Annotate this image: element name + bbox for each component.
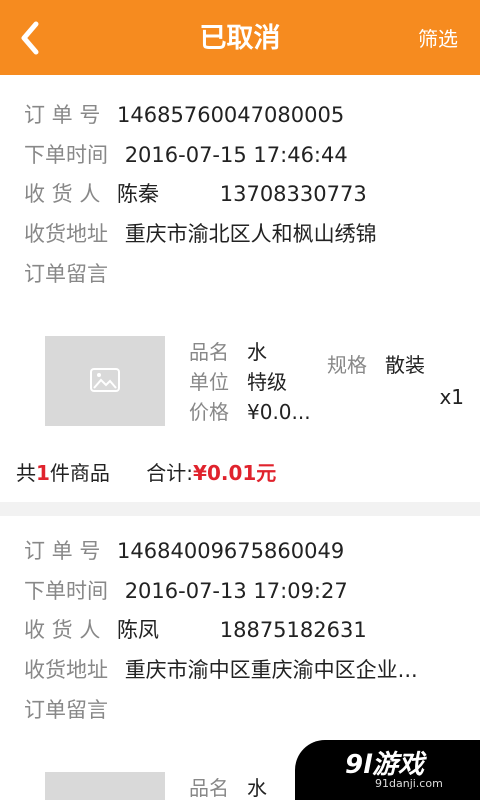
order-time-row: 下单时间 2016-07-15 17:46:44 xyxy=(24,140,348,170)
message-row: 订单留言 xyxy=(24,695,108,725)
product-name: 水 xyxy=(247,776,267,800)
order-card[interactable]: 订 单 号 14685760047080005 下单时间 2016-07-15 … xyxy=(0,75,480,502)
order-time-label: 下单时间 xyxy=(24,143,108,167)
item-count-suffix: 件商品 xyxy=(49,461,110,485)
product-price-label: 价格 xyxy=(189,400,229,424)
product-thumbnail[interactable] xyxy=(45,772,165,800)
item-count: 1 xyxy=(36,461,50,485)
watermark-url: 91danji.com xyxy=(375,777,443,790)
receiver-phone: 13708330773 xyxy=(219,182,367,206)
address-value: 重庆市渝北区人和枫山绣锦 xyxy=(124,222,377,246)
watermark-logo: 9l游戏 91danji.com xyxy=(295,740,480,800)
address-row: 收货地址 重庆市渝北区人和枫山绣锦 xyxy=(24,219,377,249)
order-number: 14685760047080005 xyxy=(117,103,345,127)
product-name-label: 品名 xyxy=(189,340,229,364)
product-spec-label: 规格 xyxy=(327,353,367,377)
order-time-row: 下单时间 2016-07-13 17:09:27 xyxy=(24,576,348,606)
order-number-label: 订 单 号 xyxy=(24,103,101,127)
product-unit: 特级 xyxy=(247,370,287,394)
watermark-text: 9l游戏 xyxy=(345,750,425,780)
order-number-label: 订 单 号 xyxy=(24,539,101,563)
address-row: 收货地址 重庆市渝中区重庆渝中区企业... xyxy=(24,655,418,685)
product-name: 水 xyxy=(247,340,267,364)
receiver-row: 收 货 人 陈凤 18875182631 xyxy=(24,615,367,645)
order-time: 2016-07-15 17:46:44 xyxy=(124,143,348,167)
image-placeholder-icon xyxy=(90,368,120,392)
order-time: 2016-07-13 17:09:27 xyxy=(124,579,348,603)
receiver-phone: 18875182631 xyxy=(219,618,367,642)
message-row: 订单留言 xyxy=(24,259,108,289)
order-number-row: 订 单 号 14685760047080005 xyxy=(24,100,344,130)
page-title: 已取消 xyxy=(199,23,281,54)
order-number: 14684009675860049 xyxy=(117,539,345,563)
receiver-label: 收 货 人 xyxy=(24,182,101,206)
receiver-name: 陈凤 xyxy=(117,618,160,642)
card-divider xyxy=(0,502,480,516)
product-spec: 散装 xyxy=(385,353,425,377)
product-name-label: 品名 xyxy=(189,776,229,800)
receiver-label: 收 货 人 xyxy=(24,618,101,642)
chevron-left-icon xyxy=(21,21,39,55)
message-label: 订单留言 xyxy=(24,698,108,722)
address-value: 重庆市渝中区重庆渝中区企业... xyxy=(124,658,418,682)
address-label: 收货地址 xyxy=(24,658,108,682)
message-label: 订单留言 xyxy=(24,262,108,286)
order-summary: 共1件商品 合计:¥0.01元 xyxy=(16,458,276,488)
product-unit-label: 单位 xyxy=(189,370,229,394)
total-label: 合计: xyxy=(146,461,194,485)
order-time-label: 下单时间 xyxy=(24,579,108,603)
order-number-row: 订 单 号 14684009675860049 xyxy=(24,536,344,566)
item-count-prefix: 共 xyxy=(16,461,36,485)
product-thumbnail[interactable] xyxy=(45,336,165,426)
receiver-row: 收 货 人 陈秦 13708330773 xyxy=(24,179,367,209)
product-quantity: x1 xyxy=(439,385,464,409)
back-button[interactable] xyxy=(14,18,50,58)
total-amount: ¥0.01元 xyxy=(193,461,277,485)
top-bar: 已取消 筛选 xyxy=(0,0,480,75)
receiver-name: 陈秦 xyxy=(117,182,160,206)
address-label: 收货地址 xyxy=(24,222,108,246)
product-price: ¥0.0... xyxy=(247,400,311,424)
filter-button[interactable]: 筛选 xyxy=(418,0,458,75)
